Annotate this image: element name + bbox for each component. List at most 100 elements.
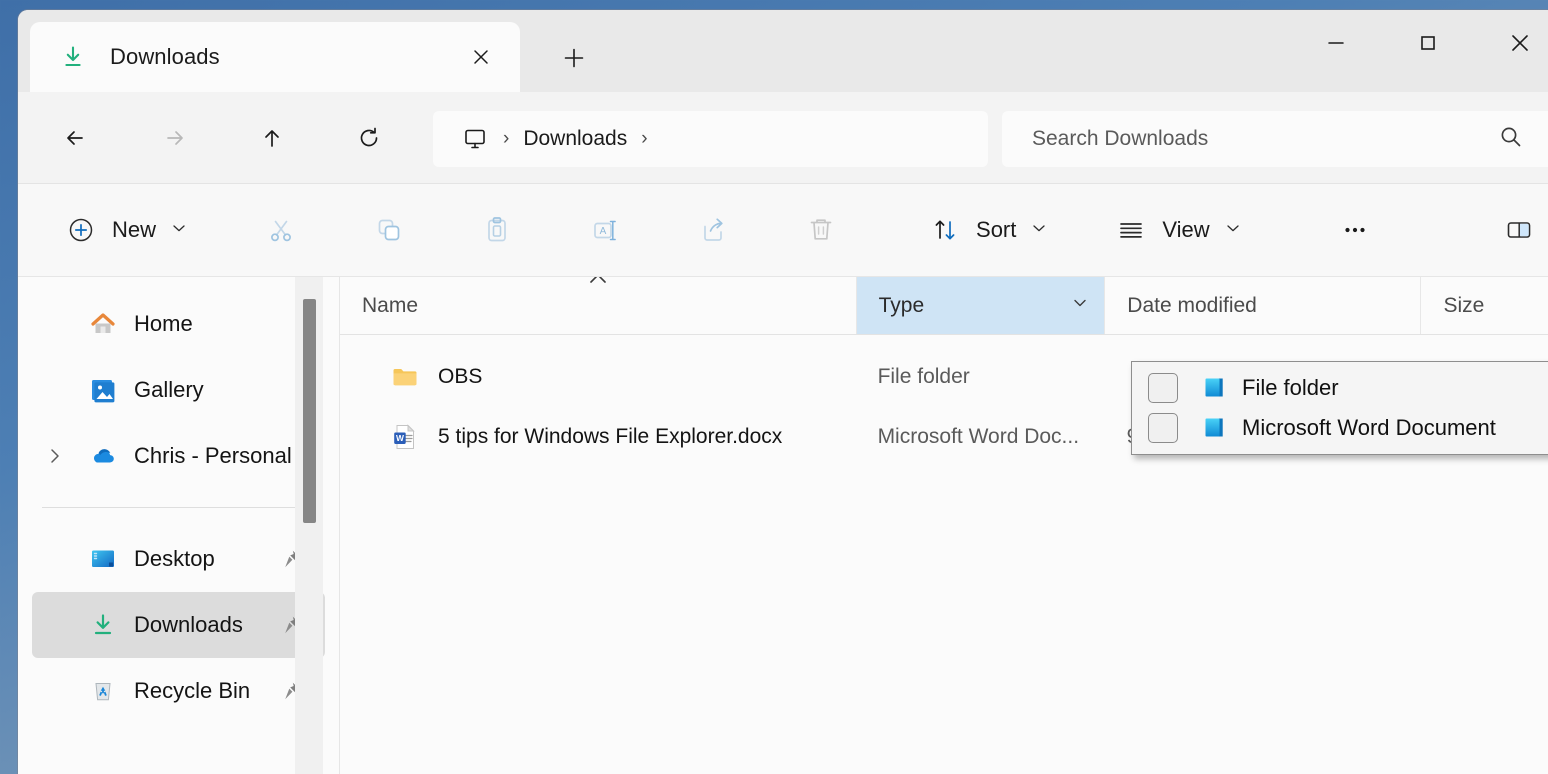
chevron-down-icon[interactable] bbox=[1070, 293, 1090, 319]
delete-button[interactable] bbox=[788, 202, 854, 258]
sidebar-divider bbox=[42, 507, 315, 508]
navigation-pane: Home Gallery bbox=[18, 277, 340, 774]
view-label: View bbox=[1162, 217, 1209, 243]
type-filter-dropdown[interactable]: File folder Microsoft Word Document bbox=[1131, 361, 1548, 455]
new-label: New bbox=[112, 217, 156, 243]
gallery-icon bbox=[88, 375, 118, 405]
view-button[interactable]: View bbox=[1098, 202, 1255, 258]
sidebar-item-home[interactable]: Home bbox=[32, 291, 325, 357]
command-toolbar: New bbox=[18, 184, 1548, 277]
cell-type: File folder bbox=[856, 365, 1105, 389]
sidebar-scrollbar[interactable] bbox=[295, 277, 323, 774]
window-controls bbox=[1290, 10, 1548, 76]
up-button[interactable] bbox=[246, 112, 298, 164]
desktop-icon bbox=[88, 544, 118, 574]
preview-pane-icon bbox=[1496, 215, 1542, 245]
sidebar-item-recycle-bin[interactable]: Recycle Bin bbox=[32, 658, 325, 724]
this-pc-icon[interactable] bbox=[461, 125, 489, 153]
file-list-pane: Name Type Date modified Size bbox=[340, 277, 1548, 774]
column-label: Type bbox=[879, 294, 925, 318]
minimize-button[interactable] bbox=[1290, 10, 1382, 76]
sidebar-scrollbar-thumb[interactable] bbox=[303, 299, 316, 523]
share-icon bbox=[690, 215, 736, 245]
file-explorer-window: Downloads bbox=[18, 10, 1548, 774]
chevron-right-icon[interactable] bbox=[42, 443, 68, 469]
title-bar: Downloads bbox=[18, 10, 1548, 92]
sidebar-item-downloads[interactable]: Downloads bbox=[32, 592, 325, 658]
sidebar-item-label: Gallery bbox=[134, 377, 204, 403]
forward-button bbox=[148, 112, 200, 164]
column-header-size[interactable]: Size bbox=[1421, 277, 1548, 334]
svg-text:A: A bbox=[600, 226, 607, 237]
recycle-bin-icon bbox=[88, 676, 118, 706]
maximize-button[interactable] bbox=[1382, 10, 1474, 76]
close-button[interactable] bbox=[1474, 10, 1548, 76]
cut-button[interactable] bbox=[248, 202, 314, 258]
chevron-down-icon bbox=[1224, 219, 1242, 242]
copy-icon bbox=[366, 215, 412, 245]
column-label: Size bbox=[1443, 294, 1484, 318]
sidebar-item-label: Home bbox=[134, 311, 193, 337]
filter-option-label: File folder bbox=[1242, 375, 1339, 401]
ellipsis-icon bbox=[1332, 215, 1378, 245]
see-more-button[interactable] bbox=[1322, 202, 1388, 258]
home-icon bbox=[88, 309, 118, 339]
column-header-date-modified[interactable]: Date modified bbox=[1105, 277, 1421, 334]
tab-label: Downloads bbox=[110, 44, 220, 70]
sidebar-item-chris-personal[interactable]: Chris - Personal bbox=[32, 423, 325, 489]
chevron-down-icon bbox=[170, 219, 188, 242]
checkbox[interactable] bbox=[1148, 413, 1178, 443]
column-header-name[interactable]: Name bbox=[340, 277, 857, 334]
breadcrumb-separator-2[interactable]: › bbox=[641, 128, 647, 150]
cell-name: W 5 tips for Windows File Explorer.docx bbox=[340, 422, 856, 452]
breadcrumb-current[interactable]: Downloads bbox=[523, 127, 627, 151]
column-header-type[interactable]: Type bbox=[857, 277, 1106, 334]
chevron-down-icon bbox=[1030, 219, 1048, 242]
plus-circle-icon bbox=[58, 215, 104, 245]
onedrive-icon bbox=[88, 441, 118, 471]
sidebar-item-gallery[interactable]: Gallery bbox=[32, 357, 325, 423]
sort-ascending-icon bbox=[586, 277, 610, 292]
blue-book-icon bbox=[1200, 414, 1228, 442]
navigation-bar: › Downloads › bbox=[18, 92, 1548, 184]
sidebar-item-label: Downloads bbox=[134, 612, 243, 638]
search-input[interactable] bbox=[1032, 127, 1498, 151]
download-icon bbox=[58, 42, 88, 72]
sort-icon bbox=[922, 215, 968, 245]
rename-icon: A bbox=[582, 215, 628, 245]
scissors-icon bbox=[258, 215, 304, 245]
explorer-body: Home Gallery bbox=[18, 277, 1548, 774]
new-tab-button[interactable] bbox=[542, 40, 606, 76]
search-box[interactable] bbox=[1002, 111, 1548, 167]
column-label: Name bbox=[362, 294, 418, 318]
filter-option-microsoft-word-document[interactable]: Microsoft Word Document bbox=[1132, 408, 1548, 448]
new-button[interactable]: New bbox=[48, 202, 202, 258]
copy-button[interactable] bbox=[356, 202, 422, 258]
trash-icon bbox=[798, 215, 844, 245]
paste-button[interactable] bbox=[464, 202, 530, 258]
list-top-spacer bbox=[340, 335, 1548, 347]
filter-option-file-folder[interactable]: File folder bbox=[1132, 368, 1548, 408]
rename-button[interactable]: A bbox=[572, 202, 638, 258]
tab-downloads[interactable]: Downloads bbox=[30, 22, 520, 92]
sidebar-item-label: Desktop bbox=[134, 546, 215, 572]
close-tab-icon[interactable] bbox=[464, 40, 498, 74]
view-list-icon bbox=[1108, 215, 1154, 245]
filter-option-label: Microsoft Word Document bbox=[1242, 415, 1496, 441]
file-name: 5 tips for Windows File Explorer.docx bbox=[438, 425, 782, 449]
sort-button[interactable]: Sort bbox=[912, 202, 1062, 258]
breadcrumb[interactable]: › Downloads › bbox=[433, 111, 988, 167]
refresh-button[interactable] bbox=[343, 112, 395, 164]
folder-icon bbox=[390, 362, 420, 392]
search-icon[interactable] bbox=[1498, 124, 1524, 155]
blue-book-icon bbox=[1200, 374, 1228, 402]
back-button[interactable] bbox=[50, 112, 102, 164]
cell-type: Microsoft Word Doc... bbox=[856, 425, 1105, 449]
share-button[interactable] bbox=[680, 202, 746, 258]
breadcrumb-separator-1[interactable]: › bbox=[503, 128, 509, 150]
word-document-icon: W bbox=[390, 422, 420, 452]
preview-button[interactable]: Preview bbox=[1486, 202, 1548, 258]
sidebar-item-desktop[interactable]: Desktop bbox=[32, 526, 325, 592]
column-label: Date modified bbox=[1127, 294, 1257, 318]
checkbox[interactable] bbox=[1148, 373, 1178, 403]
